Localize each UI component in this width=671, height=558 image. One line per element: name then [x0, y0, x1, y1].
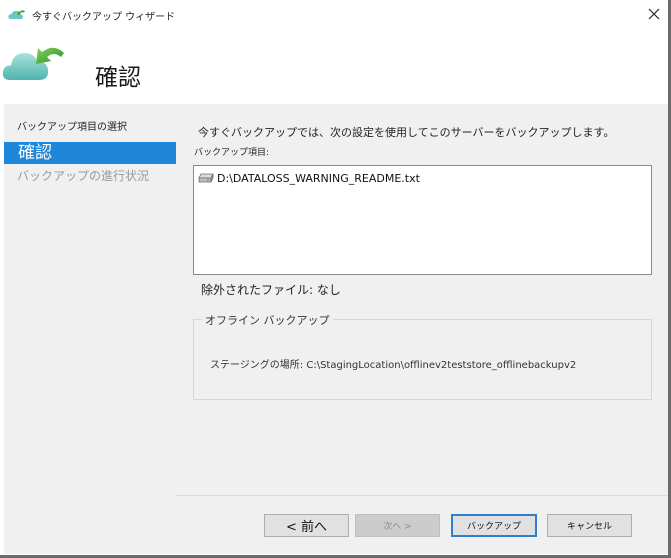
page-title: 確認 — [95, 65, 141, 91]
wizard-footer: < 前へ 次へ > バックアップ キャンセル — [176, 496, 668, 554]
close-icon — [648, 8, 660, 20]
content-panel: 今すぐバックアップでは、次の設定を使用してこのサーバーをバックアップします。 バ… — [176, 104, 668, 495]
nav-step-select-items[interactable]: バックアップ項目の選択 — [4, 118, 176, 134]
cloud-backup-icon — [2, 47, 64, 80]
offline-backup-group: オフライン バックアップ ステージングの場所: C:\StagingLocati… — [193, 312, 652, 400]
offline-backup-legend: オフライン バックアップ — [202, 312, 333, 328]
drive-icon — [198, 173, 214, 183]
list-item[interactable]: D:\DATALOSS_WARNING_README.txt — [194, 170, 420, 186]
intro-text: 今すぐバックアップでは、次の設定を使用してこのサーバーをバックアップします。 — [198, 126, 615, 139]
close-button[interactable] — [641, 2, 667, 26]
backup-item-path: D:\DATALOSS_WARNING_README.txt — [217, 171, 420, 185]
nav-step-confirm[interactable]: 確認 — [4, 142, 176, 164]
next-button: 次へ > — [355, 514, 440, 537]
backup-items-label: バックアップ項目: — [194, 148, 270, 158]
wizard-steps-nav: バックアップ項目の選択 確認 バックアップの進行状況 — [4, 104, 176, 554]
prev-button[interactable]: < 前へ — [264, 514, 349, 537]
backup-items-list[interactable]: D:\DATALOSS_WARNING_README.txt — [193, 165, 652, 275]
window-title: 今すぐバックアップ ウィザード — [32, 12, 176, 23]
staging-location-text: ステージングの場所: C:\StagingLocation\offlinev2t… — [210, 360, 577, 371]
cloud-backup-app-icon — [8, 10, 25, 19]
backup-wizard-window: 今すぐバックアップ ウィザード 確認 バックアップ項目の選択 確認 バックアップ… — [0, 0, 671, 558]
nav-step-progress: バックアップの進行状況 — [17, 169, 150, 183]
backup-button[interactable]: バックアップ — [451, 514, 537, 537]
cancel-button[interactable]: キャンセル — [547, 514, 632, 537]
excluded-files-text: 除外されたファイル: なし — [201, 283, 341, 297]
wizard-header: 確認 — [0, 28, 668, 102]
title-bar: 今すぐバックアップ ウィザード — [0, 0, 668, 28]
